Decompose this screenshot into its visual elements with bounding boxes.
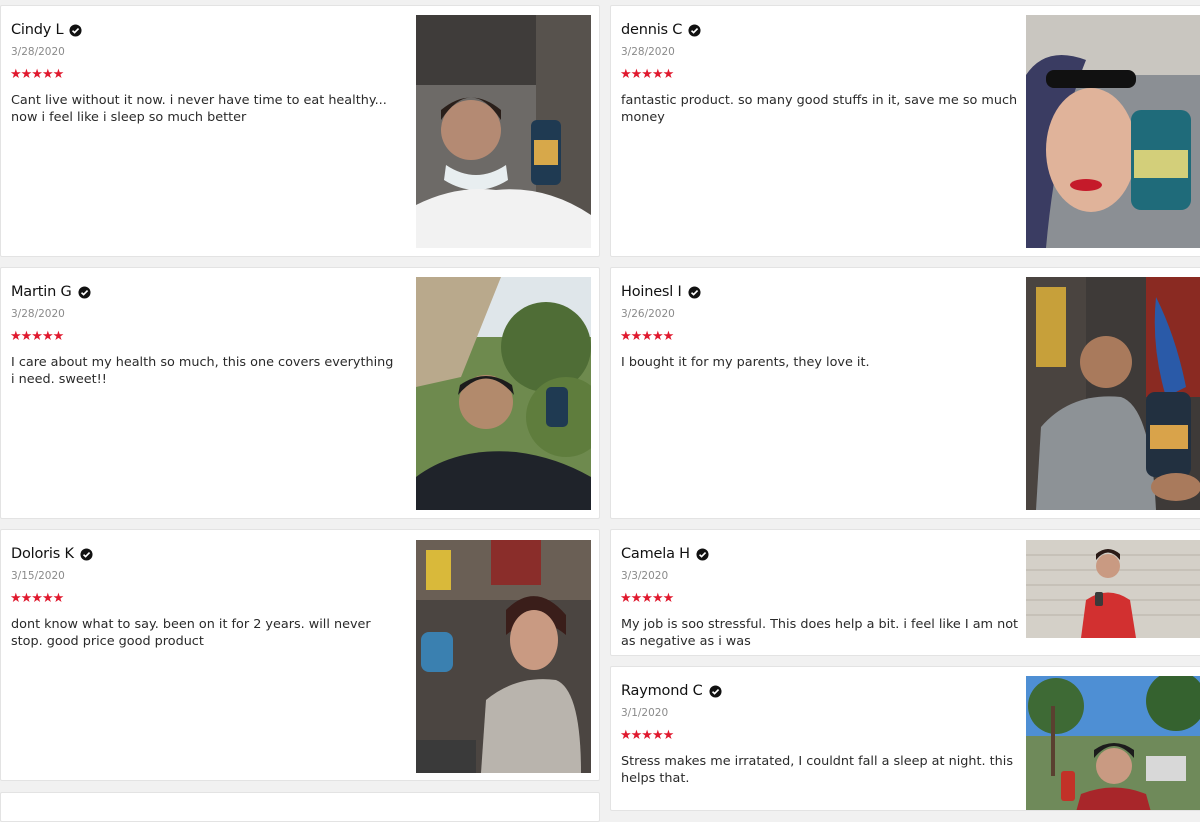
star-rating: ★★★★★ <box>620 591 674 606</box>
review-photo[interactable] <box>1026 676 1200 810</box>
reviewer-name: Hoinesl I <box>621 284 682 300</box>
review-card <box>0 792 600 822</box>
review-date: 3/3/2020 <box>621 570 669 582</box>
reviewer-name: Raymond C <box>621 683 703 699</box>
reviewer-name: Cindy L <box>11 22 64 38</box>
verified-check-icon <box>688 23 701 37</box>
star-rating: ★★★★★ <box>620 329 674 344</box>
verified-check-icon <box>80 547 93 561</box>
review-date: 3/1/2020 <box>621 707 669 719</box>
verified-check-icon <box>709 684 722 698</box>
reviewer-name: dennis C <box>621 22 683 38</box>
verified-check-icon <box>688 285 701 299</box>
review-text: Stress makes me irratated, I couldnt fal… <box>621 754 1013 786</box>
review-card: Camela H 3/3/2020 ★★★★★ My job is soo st… <box>610 529 1200 656</box>
review-card: Raymond C 3/1/2020 ★★★★★ Stress makes me… <box>610 666 1200 811</box>
review-photo[interactable] <box>416 540 591 773</box>
review-photo[interactable] <box>1026 277 1200 510</box>
review-photo[interactable] <box>416 277 591 510</box>
review-photo[interactable] <box>1026 540 1200 638</box>
review-photo[interactable] <box>1026 15 1200 248</box>
verified-check-icon <box>77 285 91 299</box>
review-date: 3/26/2020 <box>621 308 675 320</box>
verified-check-icon <box>696 547 709 561</box>
verified-check-icon <box>69 23 82 37</box>
review-card: dennis C 3/28/2020 ★★★★★ fantastic produ… <box>610 5 1200 257</box>
review-text: Cant live without it now. i never have t… <box>11 93 387 125</box>
star-rating: ★★★★★ <box>10 329 64 344</box>
review-card: Hoinesl I 3/26/2020 ★★★★★ I bought it fo… <box>610 267 1200 519</box>
review-card: Martin G 3/28/2020 ★★★★★ I care about my… <box>0 267 600 519</box>
review-date: 3/28/2020 <box>11 46 65 58</box>
review-card: Cindy L 3/28/2020 ★★★★★ Cant live withou… <box>0 5 600 257</box>
review-text: dont know what to say. been on it for 2 … <box>11 617 371 649</box>
review-text: My job is soo stressful. This does help … <box>621 617 1019 649</box>
review-photo[interactable] <box>416 15 591 248</box>
review-card: Doloris K 3/15/2020 ★★★★★ dont know what… <box>0 529 600 781</box>
review-text: fantastic product. so many good stuffs i… <box>621 93 1018 125</box>
review-date: 3/15/2020 <box>11 570 65 582</box>
review-text: I bought it for my parents, they love it… <box>621 355 870 370</box>
star-rating: ★★★★★ <box>620 67 674 82</box>
reviewer-name: Camela H <box>621 546 690 562</box>
review-text: I care about my health so much, this one… <box>11 355 394 387</box>
review-date: 3/28/2020 <box>11 308 65 320</box>
star-rating: ★★★★★ <box>10 591 64 606</box>
star-rating: ★★★★★ <box>10 67 64 82</box>
review-date: 3/28/2020 <box>621 46 675 58</box>
reviewer-name: Martin G <box>11 284 72 300</box>
reviewer-name: Doloris K <box>11 546 74 562</box>
star-rating: ★★★★★ <box>620 728 674 743</box>
